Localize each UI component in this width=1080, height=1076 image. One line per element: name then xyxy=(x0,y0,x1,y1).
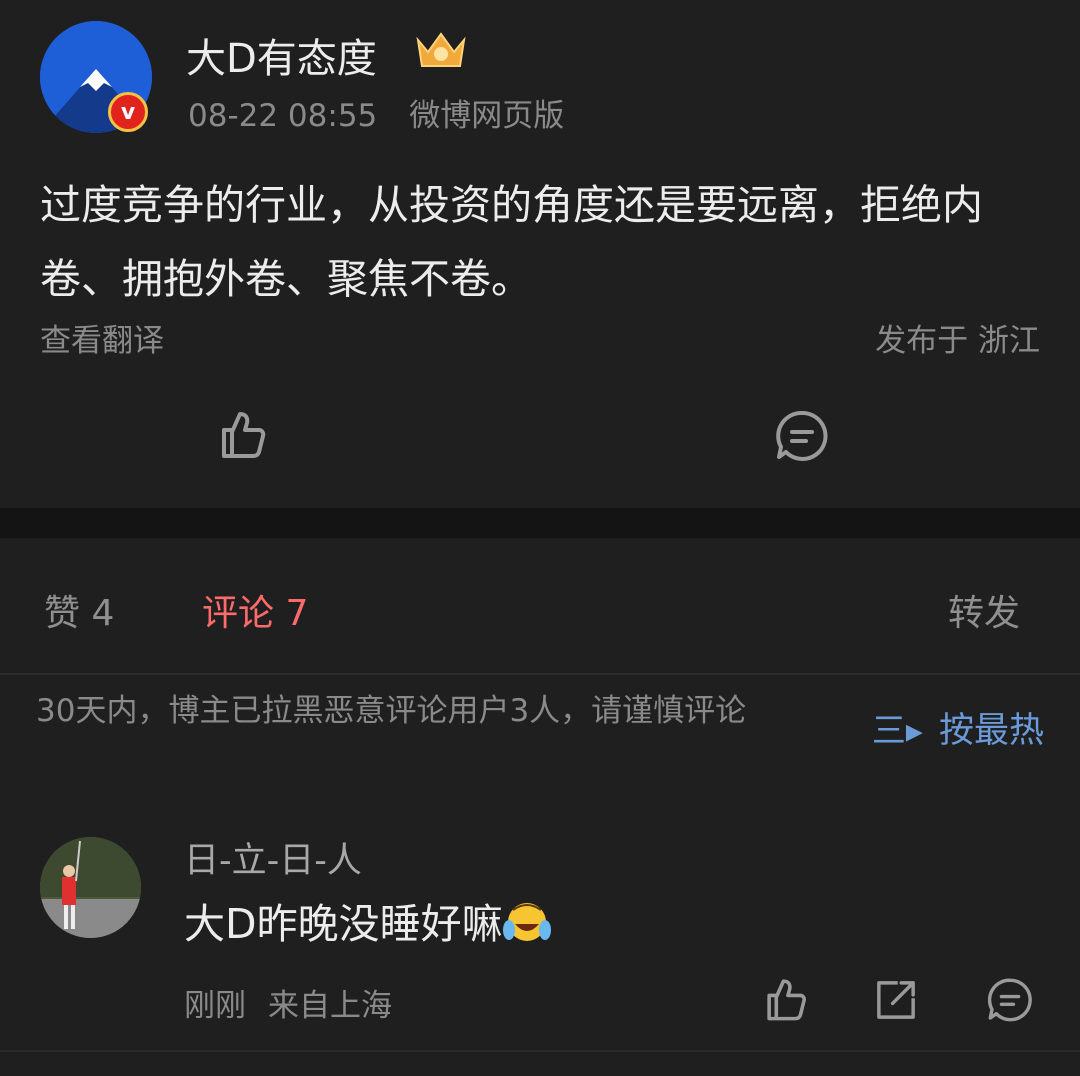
tab-comments[interactable]: 评论 7 xyxy=(202,584,308,636)
tab-likes[interactable]: 赞 4 xyxy=(44,584,114,636)
crown-icon xyxy=(416,32,466,67)
comment-divider xyxy=(0,1050,1080,1052)
like-icon[interactable] xyxy=(216,406,272,462)
comment-time: 刚刚 xyxy=(184,988,246,1024)
laughing-crying-emoji-icon xyxy=(502,903,551,941)
author-name[interactable]: 大D有态度 xyxy=(186,26,377,84)
reply-icon[interactable] xyxy=(986,976,1034,1024)
golfer-photo xyxy=(40,837,141,938)
translate-link[interactable]: 查看翻译 xyxy=(40,315,164,360)
post-location: 发布于 浙江 xyxy=(875,323,1040,359)
commenter-name[interactable]: 日-立-日-人 xyxy=(184,832,362,883)
comment-text: 大D昨晚没睡好嘛 xyxy=(184,890,551,950)
interaction-tabs: 赞 4 评论 7 转发 xyxy=(0,538,1080,674)
comment-location: 来自上海 xyxy=(268,988,392,1024)
comment-like-icon[interactable] xyxy=(762,974,812,1024)
post-meta: 08-22 08:55 微博网页版 xyxy=(188,90,564,135)
commenter-avatar[interactable] xyxy=(40,837,141,938)
sort-label: 按最热 xyxy=(938,711,1044,751)
verified-badge: v xyxy=(108,92,148,132)
sort-button[interactable]: 三▸ 按最热 xyxy=(872,702,1044,753)
post-time: 08-22 08:55 xyxy=(188,98,378,134)
sort-icon: 三▸ xyxy=(871,711,923,751)
comment-meta: 刚刚 来自上海 xyxy=(184,980,392,1025)
section-divider xyxy=(0,508,1080,538)
share-icon[interactable] xyxy=(872,976,920,1024)
tab-reposts[interactable]: 转发 xyxy=(948,584,1020,636)
comment-body: 大D昨晚没睡好嘛 xyxy=(184,900,503,948)
comment-icon[interactable] xyxy=(774,408,830,464)
post-card: v 大D有态度 08-22 08:55 微博网页版 过度竞争的行业，从投资的角度还… xyxy=(0,0,1080,508)
post-source[interactable]: 微博网页版 xyxy=(409,98,564,134)
tab-divider xyxy=(0,673,1080,675)
blocked-users-notice: 30天内，博主已拉黑恶意评论用户3人，请谨慎评论 xyxy=(36,693,747,729)
post-content: 过度竞争的行业，从投资的角度还是要远离，拒绝内卷、拥抱外卷、聚焦不卷。 xyxy=(40,181,983,303)
